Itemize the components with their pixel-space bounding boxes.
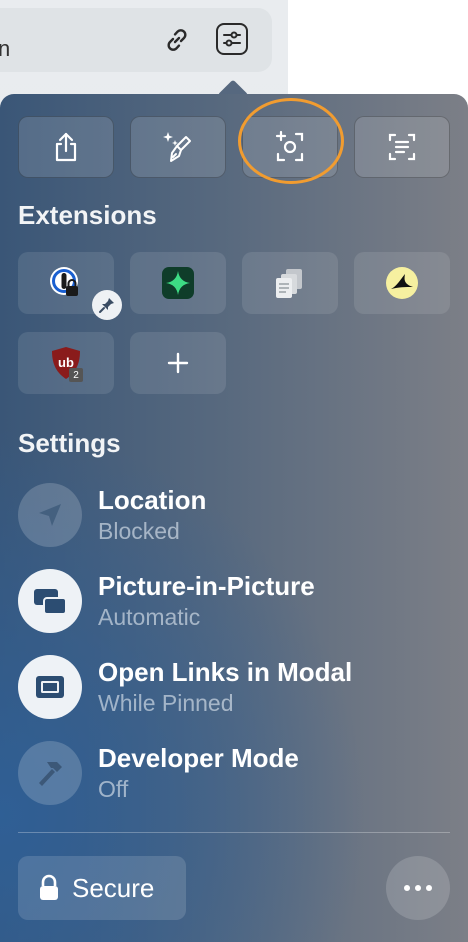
extension-yellow-bird[interactable] — [354, 252, 450, 314]
hammer-icon — [18, 741, 82, 805]
setting-value: Off — [98, 776, 129, 802]
ellipsis-icon — [404, 885, 432, 891]
pin-badge-icon — [92, 290, 122, 320]
secure-label: Secure — [72, 872, 155, 903]
quick-actions-row — [18, 116, 450, 178]
sliders-icon[interactable] — [216, 23, 248, 55]
star-sparkle-icon — [162, 267, 194, 299]
pip-icon — [18, 569, 82, 633]
share-button[interactable] — [18, 116, 114, 178]
location-arrow-icon — [18, 483, 82, 547]
setting-value: Automatic — [98, 604, 201, 630]
setting-picture-in-picture[interactable]: Picture-in-Picture Automatic — [18, 568, 448, 634]
plus-icon — [167, 352, 189, 374]
setting-open-links-in-modal[interactable]: Open Links in Modal While Pinned — [18, 654, 448, 720]
extension-green-star[interactable] — [130, 252, 226, 314]
setting-value: While Pinned — [98, 690, 234, 716]
address-text-fragment: n — [0, 36, 11, 61]
setting-value: Blocked — [98, 518, 180, 544]
page-menu-popover: Extensions ub 2 Settings Location Blocke… — [0, 94, 468, 942]
setting-title: Picture-in-Picture — [98, 571, 315, 601]
setting-title: Location — [98, 485, 207, 515]
link-icon[interactable] — [160, 23, 194, 57]
reader-button[interactable] — [354, 116, 450, 178]
add-extension-button[interactable] — [130, 332, 226, 394]
highlight-circle — [238, 98, 344, 184]
ublock-count-badge: 2 — [69, 368, 83, 382]
setting-location[interactable]: Location Blocked — [18, 482, 448, 548]
footer-divider — [18, 832, 450, 833]
text-scan-icon — [388, 133, 416, 161]
sparkle-brush-icon — [163, 132, 191, 162]
modal-window-icon — [18, 655, 82, 719]
bird-icon — [386, 267, 418, 299]
share-icon — [55, 132, 77, 162]
extensions-heading: Extensions — [18, 200, 157, 230]
setting-title: Developer Mode — [98, 743, 299, 773]
extension-ublock[interactable]: ub 2 — [18, 332, 114, 394]
lock-icon — [40, 874, 58, 900]
more-options-button[interactable] — [386, 856, 450, 920]
setting-title: Open Links in Modal — [98, 657, 353, 687]
documents-icon — [276, 269, 302, 298]
magic-clean-button[interactable] — [130, 116, 226, 178]
keyhole-lock-icon — [50, 267, 78, 296]
secure-connection-button[interactable]: Secure — [18, 856, 186, 920]
extension-password-manager[interactable] — [18, 252, 122, 320]
setting-developer-mode[interactable]: Developer Mode Off — [18, 740, 448, 806]
settings-heading: Settings — [18, 428, 121, 458]
extension-copy[interactable] — [242, 252, 338, 314]
